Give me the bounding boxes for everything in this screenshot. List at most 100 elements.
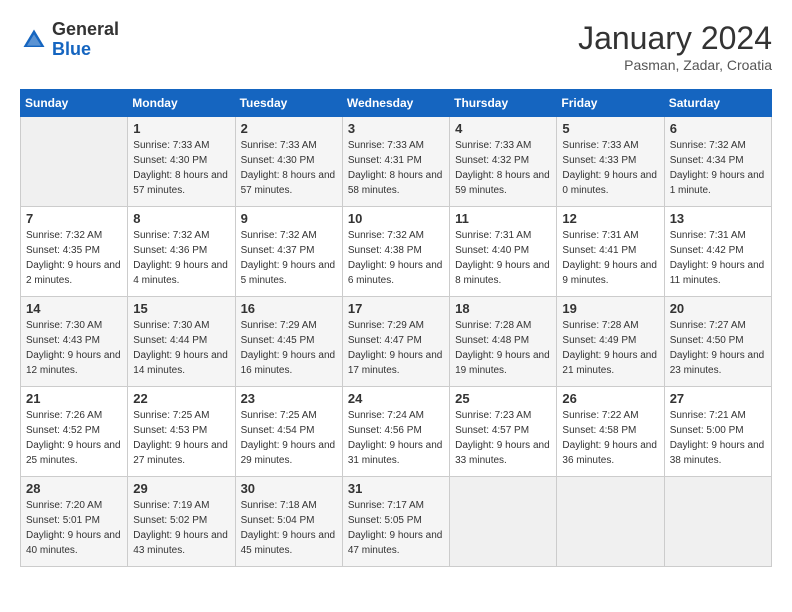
day-info: Sunrise: 7:33 AMSunset: 4:31 PMDaylight:…: [348, 138, 444, 198]
day-number: 15: [133, 301, 229, 316]
weekday-header-sunday: Sunday: [21, 90, 128, 117]
weekday-header-monday: Monday: [128, 90, 235, 117]
calendar-cell: 5Sunrise: 7:33 AMSunset: 4:33 PMDaylight…: [557, 117, 664, 207]
day-number: 27: [670, 391, 766, 406]
calendar-cell: 12 Sunrise: 7:31 AMSunset: 4:41 PMDayligh…: [557, 207, 664, 297]
day-info: Sunrise: 7:33 AMSunset: 4:33 PMDaylight:…: [562, 138, 658, 198]
calendar-cell: 31 Sunrise: 7:17 AMSunset: 5:05 PMDayligh…: [342, 477, 449, 567]
calendar-table: SundayMondayTuesdayWednesdayThursdayFrid…: [20, 89, 772, 567]
calendar-week-row: 1Sunrise: 7:33 AMSunset: 4:30 PMDaylight…: [21, 117, 772, 207]
day-info: Sunrise: 7:31 AMSunset: 4:40 PMDaylight:…: [455, 228, 551, 288]
calendar-week-row: 7 Sunrise: 7:32 AMSunset: 4:35 PMDaylight…: [21, 207, 772, 297]
calendar-cell: 6 Sunrise: 7:32 AMSunset: 4:34 PMDaylight…: [664, 117, 771, 207]
day-info: Sunrise: 7:31 AMSunset: 4:42 PMDaylight:…: [670, 228, 766, 288]
logo-icon: [20, 26, 48, 54]
day-number: 10: [348, 211, 444, 226]
logo-general-text: General: [52, 20, 119, 40]
calendar-cell: 4Sunrise: 7:33 AMSunset: 4:32 PMDaylight…: [450, 117, 557, 207]
day-number: 11: [455, 211, 551, 226]
calendar-cell: 16 Sunrise: 7:29 AMSunset: 4:45 PMDayligh…: [235, 297, 342, 387]
weekday-header-row: SundayMondayTuesdayWednesdayThursdayFrid…: [21, 90, 772, 117]
day-number: 24: [348, 391, 444, 406]
day-info: Sunrise: 7:33 AMSunset: 4:32 PMDaylight:…: [455, 138, 551, 198]
day-number: 9: [241, 211, 337, 226]
calendar-week-row: 14 Sunrise: 7:30 AMSunset: 4:43 PMDayligh…: [21, 297, 772, 387]
calendar-cell: 1Sunrise: 7:33 AMSunset: 4:30 PMDaylight…: [128, 117, 235, 207]
calendar-cell: [664, 477, 771, 567]
calendar-cell: 20 Sunrise: 7:27 AMSunset: 4:50 PMDayligh…: [664, 297, 771, 387]
day-info: Sunrise: 7:32 AMSunset: 4:38 PMDaylight:…: [348, 228, 444, 288]
day-number: 30: [241, 481, 337, 496]
day-info: Sunrise: 7:25 AMSunset: 4:54 PMDaylight:…: [241, 408, 337, 468]
calendar-cell: [557, 477, 664, 567]
day-info: Sunrise: 7:32 AMSunset: 4:36 PMDaylight:…: [133, 228, 229, 288]
day-info: Sunrise: 7:27 AMSunset: 4:50 PMDaylight:…: [670, 318, 766, 378]
calendar-cell: [21, 117, 128, 207]
day-number: 21: [26, 391, 122, 406]
day-number: 2: [241, 121, 337, 136]
calendar-cell: 17 Sunrise: 7:29 AMSunset: 4:47 PMDayligh…: [342, 297, 449, 387]
location-subtitle: Pasman, Zadar, Croatia: [578, 57, 772, 73]
day-number: 8: [133, 211, 229, 226]
day-number: 17: [348, 301, 444, 316]
calendar-cell: 22 Sunrise: 7:25 AMSunset: 4:53 PMDayligh…: [128, 387, 235, 477]
day-info: Sunrise: 7:19 AMSunset: 5:02 PMDaylight:…: [133, 498, 229, 558]
day-info: Sunrise: 7:32 AMSunset: 4:35 PMDaylight:…: [26, 228, 122, 288]
day-number: 23: [241, 391, 337, 406]
day-number: 22: [133, 391, 229, 406]
calendar-cell: 21 Sunrise: 7:26 AMSunset: 4:52 PMDayligh…: [21, 387, 128, 477]
calendar-cell: 18Sunrise: 7:28 AMSunset: 4:48 PMDayligh…: [450, 297, 557, 387]
calendar-cell: 24 Sunrise: 7:24 AMSunset: 4:56 PMDayligh…: [342, 387, 449, 477]
day-number: 13: [670, 211, 766, 226]
calendar-cell: [450, 477, 557, 567]
day-number: 12: [562, 211, 658, 226]
day-info: Sunrise: 7:21 AMSunset: 5:00 PMDaylight:…: [670, 408, 766, 468]
day-number: 25: [455, 391, 551, 406]
day-info: Sunrise: 7:28 AMSunset: 4:49 PMDaylight:…: [562, 318, 658, 378]
weekday-header-thursday: Thursday: [450, 90, 557, 117]
calendar-cell: 26 Sunrise: 7:22 AMSunset: 4:58 PMDayligh…: [557, 387, 664, 477]
day-info: Sunrise: 7:31 AMSunset: 4:41 PMDaylight:…: [562, 228, 658, 288]
day-number: 7: [26, 211, 122, 226]
day-info: Sunrise: 7:25 AMSunset: 4:53 PMDaylight:…: [133, 408, 229, 468]
calendar-cell: 30 Sunrise: 7:18 AMSunset: 5:04 PMDayligh…: [235, 477, 342, 567]
day-info: Sunrise: 7:33 AMSunset: 4:30 PMDaylight:…: [133, 138, 229, 198]
day-number: 31: [348, 481, 444, 496]
day-info: Sunrise: 7:26 AMSunset: 4:52 PMDaylight:…: [26, 408, 122, 468]
day-info: Sunrise: 7:32 AMSunset: 4:37 PMDaylight:…: [241, 228, 337, 288]
day-number: 29: [133, 481, 229, 496]
title-block: January 2024 Pasman, Zadar, Croatia: [578, 20, 772, 73]
day-info: Sunrise: 7:20 AMSunset: 5:01 PMDaylight:…: [26, 498, 122, 558]
weekday-header-wednesday: Wednesday: [342, 90, 449, 117]
day-info: Sunrise: 7:30 AMSunset: 4:43 PMDaylight:…: [26, 318, 122, 378]
page-header: General Blue January 2024 Pasman, Zadar,…: [20, 20, 772, 73]
calendar-cell: 19Sunrise: 7:28 AMSunset: 4:49 PMDayligh…: [557, 297, 664, 387]
day-info: Sunrise: 7:23 AMSunset: 4:57 PMDaylight:…: [455, 408, 551, 468]
day-info: Sunrise: 7:29 AMSunset: 4:47 PMDaylight:…: [348, 318, 444, 378]
day-info: Sunrise: 7:22 AMSunset: 4:58 PMDaylight:…: [562, 408, 658, 468]
day-number: 16: [241, 301, 337, 316]
calendar-cell: 13 Sunrise: 7:31 AMSunset: 4:42 PMDayligh…: [664, 207, 771, 297]
day-info: Sunrise: 7:18 AMSunset: 5:04 PMDaylight:…: [241, 498, 337, 558]
calendar-cell: 11 Sunrise: 7:31 AMSunset: 4:40 PMDayligh…: [450, 207, 557, 297]
day-info: Sunrise: 7:32 AMSunset: 4:34 PMDaylight:…: [670, 138, 766, 198]
calendar-cell: 28Sunrise: 7:20 AMSunset: 5:01 PMDayligh…: [21, 477, 128, 567]
weekday-header-friday: Friday: [557, 90, 664, 117]
calendar-cell: 25 Sunrise: 7:23 AMSunset: 4:57 PMDayligh…: [450, 387, 557, 477]
month-year-title: January 2024: [578, 20, 772, 57]
day-info: Sunrise: 7:29 AMSunset: 4:45 PMDaylight:…: [241, 318, 337, 378]
calendar-body: 1Sunrise: 7:33 AMSunset: 4:30 PMDaylight…: [21, 117, 772, 567]
day-number: 3: [348, 121, 444, 136]
day-info: Sunrise: 7:33 AMSunset: 4:30 PMDaylight:…: [241, 138, 337, 198]
day-number: 14: [26, 301, 122, 316]
day-info: Sunrise: 7:24 AMSunset: 4:56 PMDaylight:…: [348, 408, 444, 468]
calendar-cell: 2 Sunrise: 7:33 AMSunset: 4:30 PMDaylight…: [235, 117, 342, 207]
calendar-cell: 10 Sunrise: 7:32 AMSunset: 4:38 PMDayligh…: [342, 207, 449, 297]
logo: General Blue: [20, 20, 119, 60]
day-info: Sunrise: 7:28 AMSunset: 4:48 PMDaylight:…: [455, 318, 551, 378]
day-number: 26: [562, 391, 658, 406]
calendar-cell: 23 Sunrise: 7:25 AMSunset: 4:54 PMDayligh…: [235, 387, 342, 477]
day-info: Sunrise: 7:17 AMSunset: 5:05 PMDaylight:…: [348, 498, 444, 558]
day-number: 20: [670, 301, 766, 316]
day-number: 6: [670, 121, 766, 136]
